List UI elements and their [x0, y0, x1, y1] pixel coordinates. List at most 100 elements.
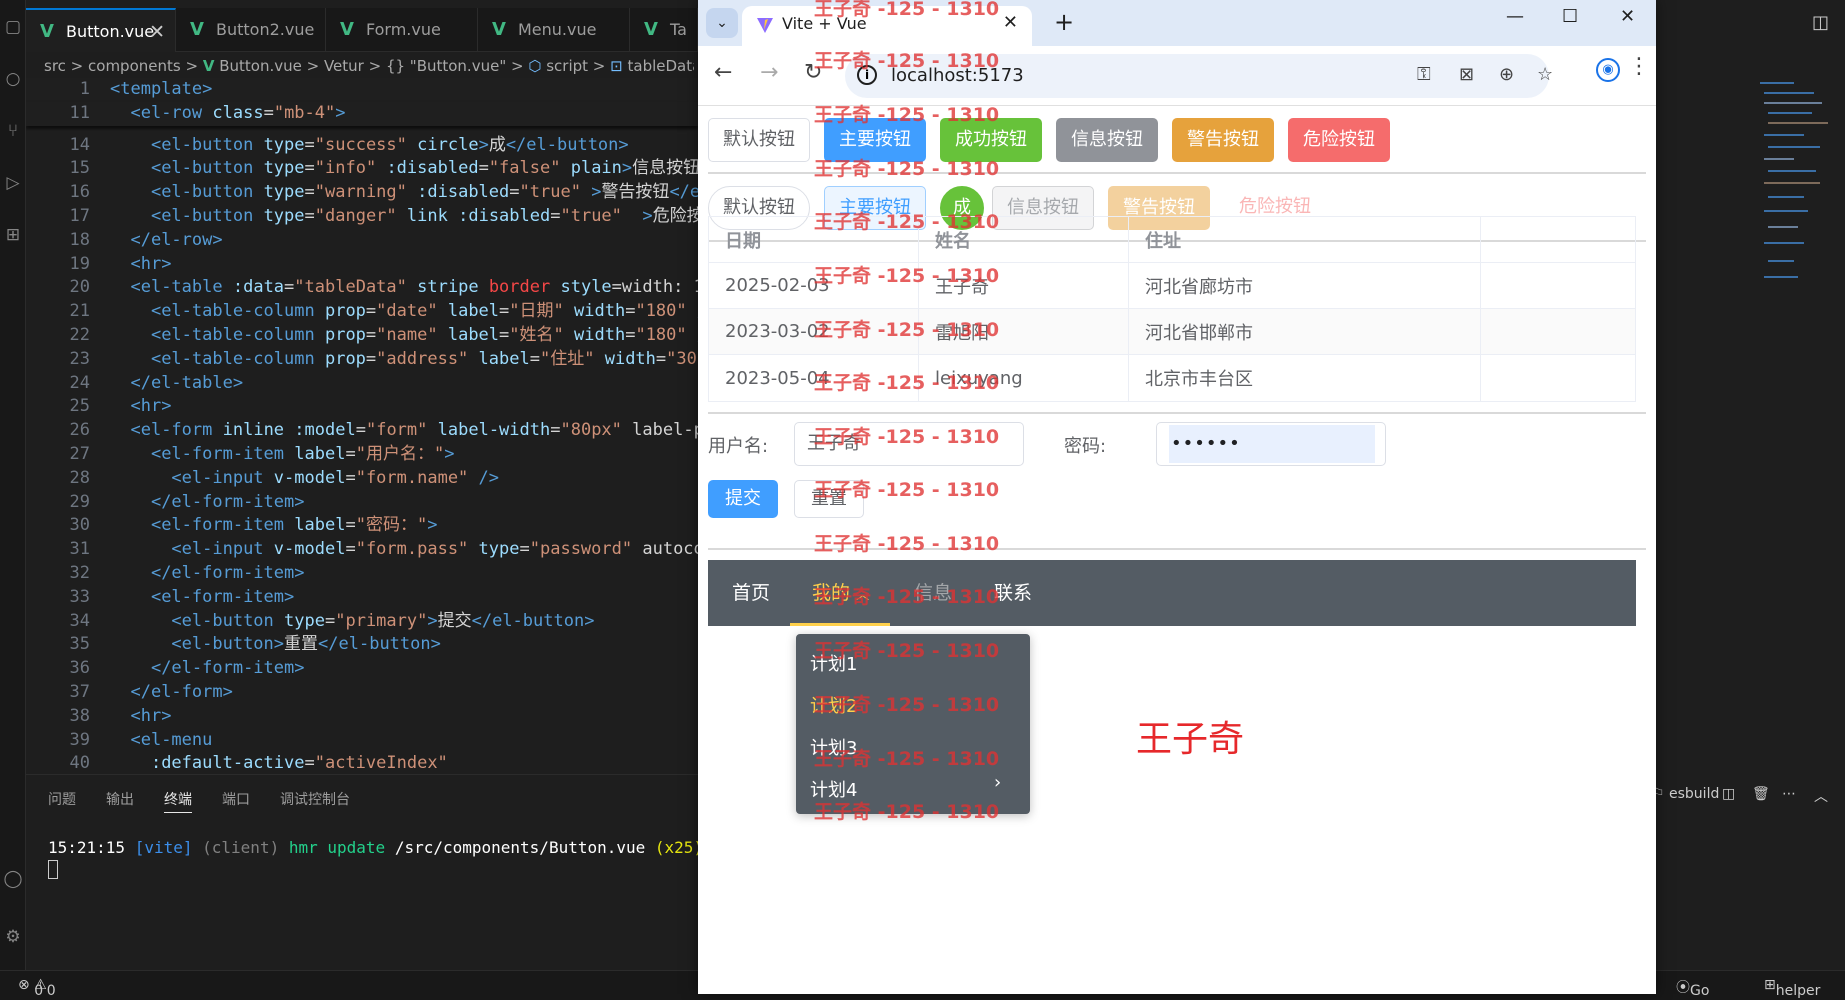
code-line[interactable]: 26 <el-form inline :model="form" label-w… — [26, 419, 698, 443]
helper-button[interactable]: ⊞ helper — [1764, 977, 1820, 999]
breadcrumb-item[interactable]: components — [88, 57, 181, 75]
minimize-icon[interactable]: — — [1506, 6, 1524, 27]
close-tab-icon[interactable]: ✕ — [1003, 12, 1018, 33]
code-line[interactable]: 25 <hr> — [26, 395, 698, 419]
code-line[interactable]: 37 </el-form> — [26, 681, 698, 705]
minimap[interactable] — [1760, 78, 1832, 288]
code-line[interactable]: 34 <el-button type="primary">提交</el-butt… — [26, 610, 698, 634]
code-line[interactable]: 19 <hr> — [26, 253, 698, 277]
table-row[interactable]: 2023-05-04 leixuyang 北京市丰台区 — [709, 355, 1635, 401]
breadcrumb-item[interactable]: tableData — [628, 57, 695, 75]
code-line[interactable]: 20 <el-table :data="tableData" stripe bo… — [26, 276, 698, 300]
code-line[interactable]: 15 <el-button type="info" :disabled="fal… — [26, 157, 698, 181]
editor-tab-button-vue[interactable]: V Button.vue ✕ — [26, 8, 176, 52]
table-row[interactable]: 2025-02-03 王子奇 河北省廊坊市 — [709, 263, 1635, 309]
split-editor-icon[interactable]: ◫ — [1812, 12, 1829, 33]
code-line[interactable]: 32 </el-form-item> — [26, 562, 698, 586]
code-editor[interactable]: 1 <template> 11 <el-row class="mb-4"> 14 <e… — [26, 78, 698, 773]
code-line[interactable]: 36 </el-form-item> — [26, 657, 698, 681]
breadcrumb-item[interactable]: Button.vue — [219, 57, 302, 75]
panel-tab-debug-console[interactable]: 调试控制台 — [280, 789, 350, 809]
submenu-item[interactable]: 计划4 — [810, 776, 857, 802]
panel-tab-output[interactable]: 输出 — [106, 789, 134, 809]
editor-tab-button2-vue[interactable]: V Button2.vue — [176, 8, 326, 52]
column-header-date[interactable]: 日期 — [709, 217, 919, 262]
code-line[interactable]: 23 <el-table-column prop="address" label… — [26, 348, 698, 372]
primary-button[interactable]: 主要按钮 — [824, 118, 926, 162]
account-icon[interactable]: ◯ — [0, 866, 26, 892]
breadcrumb-item[interactable]: Vetur — [324, 57, 364, 75]
password-key-icon[interactable]: ⚿ — [1417, 64, 1431, 85]
submenu-item[interactable]: 计划1 — [810, 650, 857, 676]
code-line[interactable]: 39 <el-menu — [26, 729, 698, 753]
breadcrumb-item[interactable]: script — [546, 57, 588, 75]
search-icon[interactable]: ○ — [0, 66, 26, 92]
profile-icon[interactable]: ◉ — [1596, 58, 1620, 82]
code-line[interactable]: 35 <el-button>重置</el-button> — [26, 633, 698, 657]
reset-button[interactable]: 重置 — [794, 480, 864, 518]
browser-tab[interactable]: Vite + Vue ✕ — [742, 6, 1032, 46]
trash-icon[interactable]: 🗑 — [1752, 786, 1770, 802]
panel-tab-ports[interactable]: 端口 — [222, 789, 250, 809]
submenu-item[interactable]: 计划3 — [810, 734, 857, 760]
code-line[interactable]: 24 </el-table> — [26, 372, 698, 396]
translate-icon[interactable]: ⊠ — [1459, 64, 1474, 85]
close-tab-icon[interactable]: ✕ — [149, 10, 165, 52]
bookmark-star-icon[interactable]: ☆ — [1537, 64, 1553, 85]
editor-tab-menu-vue[interactable]: V Menu.vue — [478, 8, 630, 52]
code-line[interactable]: 29 </el-form-item> — [26, 491, 698, 515]
code-line[interactable]: 38 <hr> — [26, 705, 698, 729]
submenu-item[interactable]: 计划2 — [810, 692, 857, 718]
success-button[interactable]: 成功按钮 — [940, 118, 1042, 162]
info-button[interactable]: 信息按钮 — [1056, 118, 1158, 162]
menu-item-mine[interactable]: 我的 ︿ — [790, 560, 890, 626]
panel-tab-terminal[interactable]: 终端 — [164, 789, 192, 813]
warning-button[interactable]: 警告按钮 — [1172, 118, 1274, 162]
default-button[interactable]: 默认按钮 — [708, 118, 810, 162]
close-window-icon[interactable]: ✕ — [1620, 6, 1635, 27]
reload-icon[interactable]: ↻ — [804, 60, 822, 85]
code-line[interactable]: 16 <el-button type="warning" :disabled="… — [26, 181, 698, 205]
back-icon[interactable]: ← — [714, 60, 732, 85]
code-line[interactable]: 40 :default-active="activeIndex" — [26, 752, 698, 773]
panel-tab-problems[interactable]: 问题 — [48, 789, 76, 809]
maximize-icon[interactable]: ☐ — [1562, 6, 1578, 27]
code-line[interactable]: 27 <el-form-item label="用户名："> — [26, 443, 698, 467]
breadcrumb-item[interactable]: src — [44, 57, 66, 75]
code-line[interactable]: 11 <el-row class="mb-4"> — [26, 101, 698, 126]
breadcrumb-item[interactable]: {} "Button.vue" — [386, 57, 506, 75]
column-header-name[interactable]: 姓名 — [919, 217, 1129, 262]
editor-tab-overflow[interactable]: V Ta — [630, 8, 698, 52]
code-line[interactable]: 17 <el-button type="danger" link :disabl… — [26, 205, 698, 229]
code-line[interactable]: 28 <el-input v-model="form.name" /> — [26, 467, 698, 491]
editor-tab-form-vue[interactable]: V Form.vue — [326, 8, 478, 52]
username-input[interactable]: 王子奇 — [794, 422, 1024, 466]
go-live-button[interactable]: ⦿ Go Live — [1676, 977, 1719, 1000]
code-line[interactable]: 22 <el-table-column prop="name" label="姓… — [26, 324, 698, 348]
more-actions-icon[interactable]: ⋯ — [1782, 786, 1796, 802]
tab-search-button[interactable]: ⌄ — [706, 8, 738, 38]
terminal-cursor[interactable] — [48, 860, 58, 879]
omnibox[interactable]: i localhost:5173 ⚿ ⊠ ⊕ ☆ — [845, 54, 1553, 98]
code-line[interactable]: 30 <el-form-item label="密码："> — [26, 514, 698, 538]
danger-button[interactable]: 危险按钮 — [1288, 118, 1390, 162]
menu-item-home[interactable]: 首页 — [732, 560, 770, 626]
code-line[interactable]: 1 <template> — [26, 78, 698, 102]
password-input[interactable]: •••••• — [1156, 422, 1386, 466]
code-line[interactable]: 21 <el-table-column prop="date" label="日… — [26, 300, 698, 324]
menu-item-contact[interactable]: 联系 — [994, 560, 1032, 626]
new-tab-icon[interactable]: + — [1054, 8, 1074, 36]
column-header-address[interactable]: 住址 — [1129, 217, 1481, 262]
split-terminal-icon[interactable]: ◫ — [1722, 786, 1735, 802]
site-info-icon[interactable]: i — [857, 65, 877, 85]
browser-menu-icon[interactable]: ⋮ — [1628, 54, 1650, 79]
manage-gear-icon[interactable]: ⚙ — [0, 924, 26, 950]
run-debug-icon[interactable]: ▷ — [0, 170, 26, 196]
explorer-icon[interactable]: ▢ — [0, 14, 26, 40]
submit-button[interactable]: 提交 — [708, 480, 778, 518]
code-line[interactable]: 18 </el-row> — [26, 229, 698, 253]
terminal-esbuild-label[interactable]: ⚐ esbuild — [1652, 786, 1719, 802]
forward-icon[interactable]: → — [760, 60, 778, 85]
code-line[interactable]: 33 <el-form-item> — [26, 586, 698, 610]
chevron-up-icon[interactable]: ︿ — [1814, 786, 1828, 806]
